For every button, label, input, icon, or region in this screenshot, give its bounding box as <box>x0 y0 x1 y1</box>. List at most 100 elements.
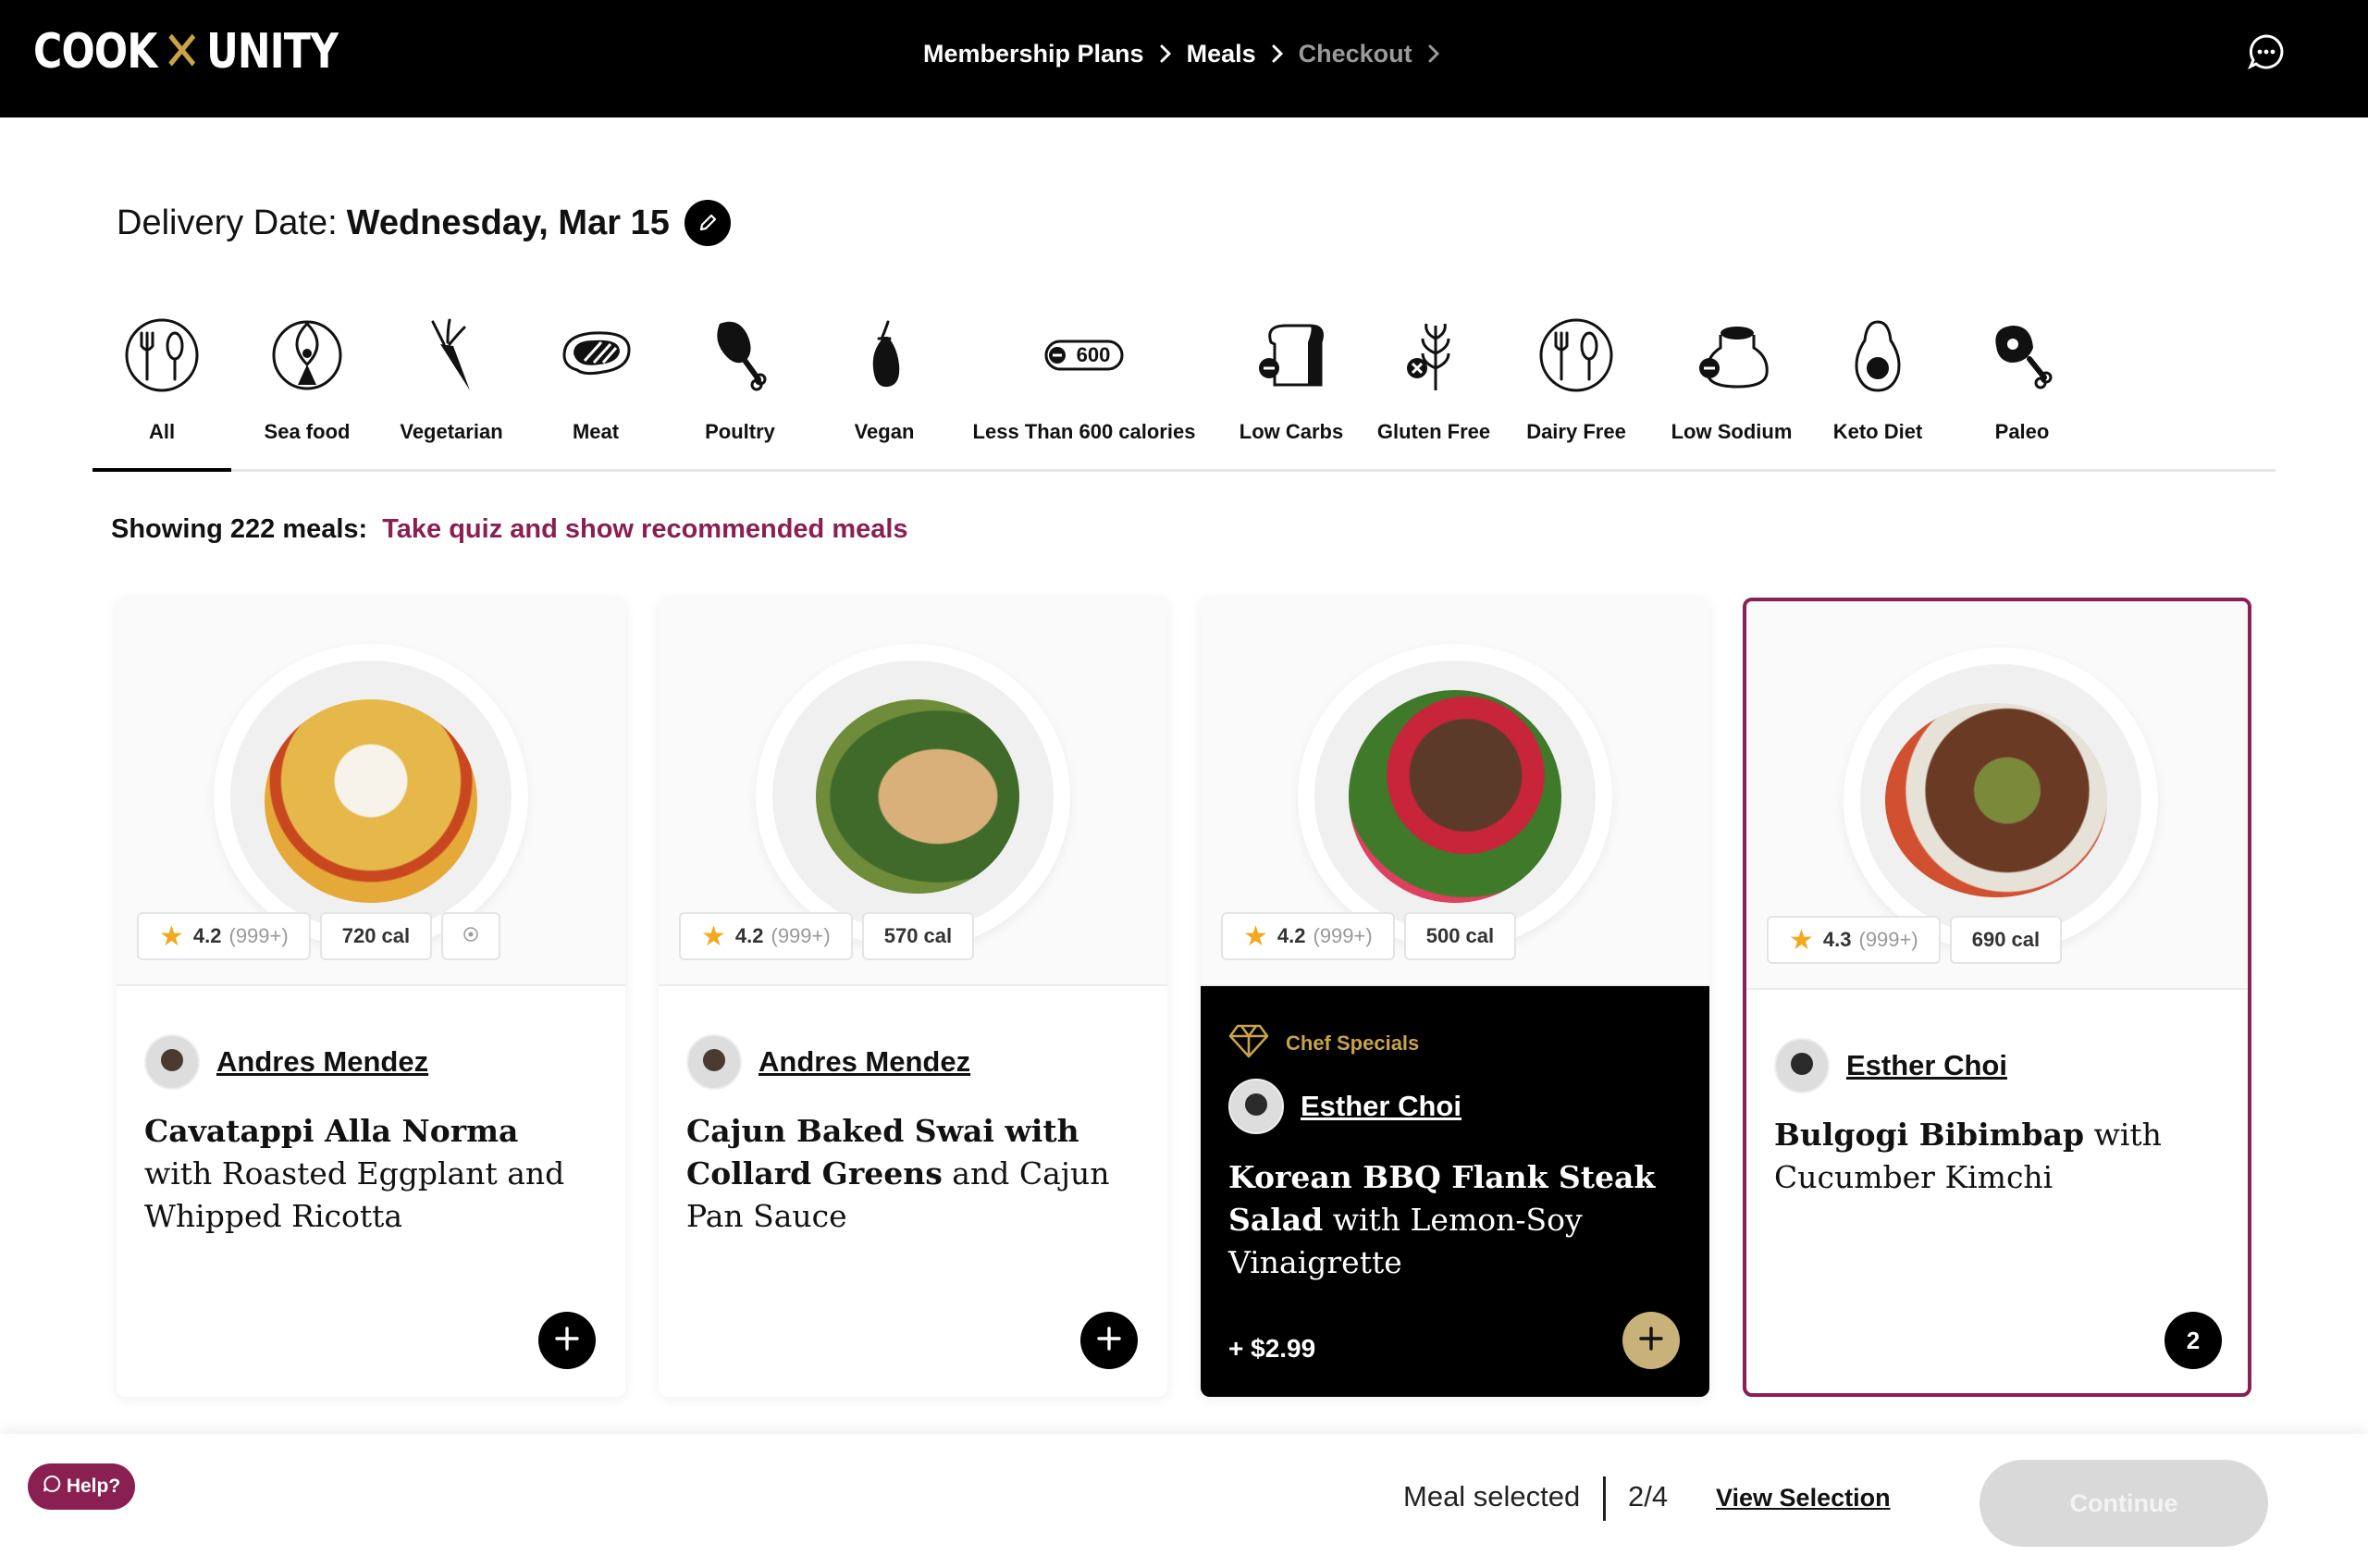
review-count: (999+) <box>228 924 289 947</box>
plus-icon <box>553 1325 581 1357</box>
help-label: Help? <box>66 1475 121 1497</box>
fish-dish-image <box>816 699 1019 894</box>
calories-600-icon: 600 <box>1038 309 1130 401</box>
bread-minus-icon <box>1245 309 1338 401</box>
eggplant-icon <box>838 309 931 401</box>
meal-card[interactable]: ★ 4.2 (999+) 720 cal Andres Mendez Cavat… <box>117 598 625 1397</box>
meal-title: Cajun Baked Swai with Collard Greens and… <box>686 1110 1121 1238</box>
filter-all[interactable]: All <box>92 305 231 472</box>
filter-gluten-free[interactable]: Gluten Free <box>1376 305 1491 472</box>
delivery-date-value: Wednesday, Mar 15 <box>346 203 670 242</box>
meal-card-selected[interactable]: ★ 4.3 (999+) 690 cal Esther Choi Bulgogi… <box>1743 598 2251 1397</box>
take-quiz-link[interactable]: Take quiz and show recommended meals <box>382 514 907 545</box>
crumb-membership-plans[interactable]: Membership Plans <box>923 40 1144 68</box>
chef-name-link[interactable]: Andres Mendez <box>758 1045 970 1079</box>
review-count: (999+) <box>1313 924 1373 947</box>
star-icon: ★ <box>159 920 184 952</box>
chef-avatar <box>686 1034 742 1090</box>
wheat-free-icon <box>1388 309 1480 401</box>
filter-meat[interactable]: Meat <box>549 305 642 472</box>
filter-vegan[interactable]: Vegan <box>838 305 931 472</box>
chef-name-link[interactable]: Andres Mendez <box>216 1045 428 1079</box>
meal-card-chef-special[interactable]: ★ 4.2 (999+) 500 cal Chef Specials Esthe… <box>1201 598 1709 1397</box>
filter-paleo[interactable]: Paleo <box>1976 305 2068 472</box>
steak-icon <box>549 309 642 401</box>
avocado-icon <box>1832 309 1924 401</box>
delivery-date: Delivery Date: Wednesday, Mar 15 <box>117 200 731 246</box>
meal-count-text: Showing 222 meals: <box>111 514 368 544</box>
filter-dairy-free[interactable]: Dairy Free <box>1524 305 1628 472</box>
calorie-badge-text: 600 <box>1076 343 1111 366</box>
logo-mark: ✕ <box>163 19 201 84</box>
rating-chip: ★ 4.2 (999+) <box>137 912 311 960</box>
meal-title: Cavatappi Alla Norma with Roasted Eggpla… <box>144 1110 579 1238</box>
help-button[interactable]: Help? <box>28 1463 135 1510</box>
selection-count: 2/4 <box>1628 1480 1669 1512</box>
info-dot-icon <box>462 924 479 948</box>
rating-value: 4.2 <box>1276 924 1306 947</box>
more-info-chip[interactable] <box>441 912 501 960</box>
meal-stats: ★ 4.3 (999+) 690 cal <box>1767 916 2063 964</box>
filter-vegetarian[interactable]: Vegetarian <box>387 305 516 472</box>
fish-icon <box>261 309 353 401</box>
add-meal-button[interactable] <box>538 1312 596 1369</box>
filter-label: Vegan <box>854 420 915 443</box>
meal-photo: ★ 4.2 (999+) 500 cal <box>1201 598 1709 986</box>
filter-sea-food[interactable]: Sea food <box>261 305 353 472</box>
meal-selected-label: Meal selected <box>1403 1480 1581 1512</box>
filter-poultry[interactable]: Poultry <box>694 305 786 472</box>
chef-row: Andres Mendez <box>144 1034 428 1090</box>
filter-low-carbs[interactable]: Low Carbs <box>1232 305 1350 472</box>
chef-avatar <box>1228 1079 1284 1134</box>
add-meal-button[interactable] <box>1080 1312 1138 1369</box>
bibimbap-image <box>1885 703 2107 897</box>
add-meal-button[interactable] <box>1622 1312 1680 1369</box>
crumb-checkout[interactable]: Checkout <box>1299 40 1412 68</box>
filter-label: Vegetarian <box>400 420 503 443</box>
crumb-meals[interactable]: Meals <box>1187 40 1256 68</box>
chef-avatar <box>1774 1038 1830 1093</box>
filter-label: Keto Diet <box>1832 420 1923 443</box>
rating-chip: ★ 4.2 (999+) <box>1221 912 1395 960</box>
chef-specials-label: Chef Specials <box>1286 1031 1420 1055</box>
review-count: (999+) <box>771 924 831 947</box>
view-selection-link[interactable]: View Selection <box>1716 1484 1891 1512</box>
meal-title-main: Cavatappi Alla Norma <box>144 1113 519 1149</box>
ham-leg-icon <box>1976 309 2068 401</box>
meal-stats: ★ 4.2 (999+) 570 cal <box>679 912 975 960</box>
filter-label: Dairy Free <box>1526 420 1626 443</box>
meal-card[interactable]: ★ 4.2 (999+) 570 cal Andres Mendez Cajun… <box>659 598 1167 1397</box>
calories-chip: 500 cal <box>1403 912 1517 960</box>
logo-word-right: UNITY <box>206 24 339 80</box>
calories-chip: 570 cal <box>861 912 975 960</box>
chat-icon[interactable] <box>2248 33 2285 70</box>
filter-less-than-600[interactable]: 600 Less Than 600 calories <box>969 305 1199 472</box>
chef-name-link[interactable]: Esther Choi <box>1301 1090 1462 1123</box>
meal-quantity-badge[interactable]: 2 <box>2164 1312 2222 1369</box>
cookunity-logo[interactable]: COOK ✕ UNITY <box>33 19 339 84</box>
chef-specials-badge: Chef Specials <box>1228 1023 1419 1064</box>
continue-button[interactable]: Continue <box>1980 1460 2268 1547</box>
checkout-breadcrumb: Membership Plans Meals Checkout <box>923 35 1455 72</box>
pencil-icon <box>697 204 719 243</box>
meal-title: Bulgogi Bibimbap with Cucumber Kimchi <box>1774 1114 2209 1199</box>
filter-label: Low Carbs <box>1239 420 1344 443</box>
chef-name-link[interactable]: Esther Choi <box>1846 1049 2007 1082</box>
rating-chip: ★ 4.2 (999+) <box>679 912 853 960</box>
star-icon: ★ <box>701 920 726 952</box>
meal-title-sub: with Roasted Eggplant and Whipped Ricott… <box>144 1155 565 1234</box>
diamond-icon <box>1228 1023 1269 1064</box>
rating-value: 4.3 <box>1822 928 1852 951</box>
utensils-plate-icon <box>116 309 208 401</box>
filter-label: Less Than 600 calories <box>972 420 1196 443</box>
filter-label: Low Sodium <box>1671 420 1793 443</box>
meal-stats: ★ 4.2 (999+) 720 cal <box>137 912 501 960</box>
filter-low-sodium[interactable]: Low Sodium <box>1669 305 1794 472</box>
dairy-free-icon <box>1530 309 1622 401</box>
edit-date-button[interactable] <box>684 200 731 246</box>
rating-value: 4.2 <box>734 924 764 947</box>
plus-icon <box>1095 1325 1123 1357</box>
filter-label: Sea food <box>264 420 351 443</box>
filter-keto-diet[interactable]: Keto Diet <box>1832 305 1924 472</box>
meal-count-row: Showing 222 meals: Take quiz and show re… <box>111 514 908 545</box>
